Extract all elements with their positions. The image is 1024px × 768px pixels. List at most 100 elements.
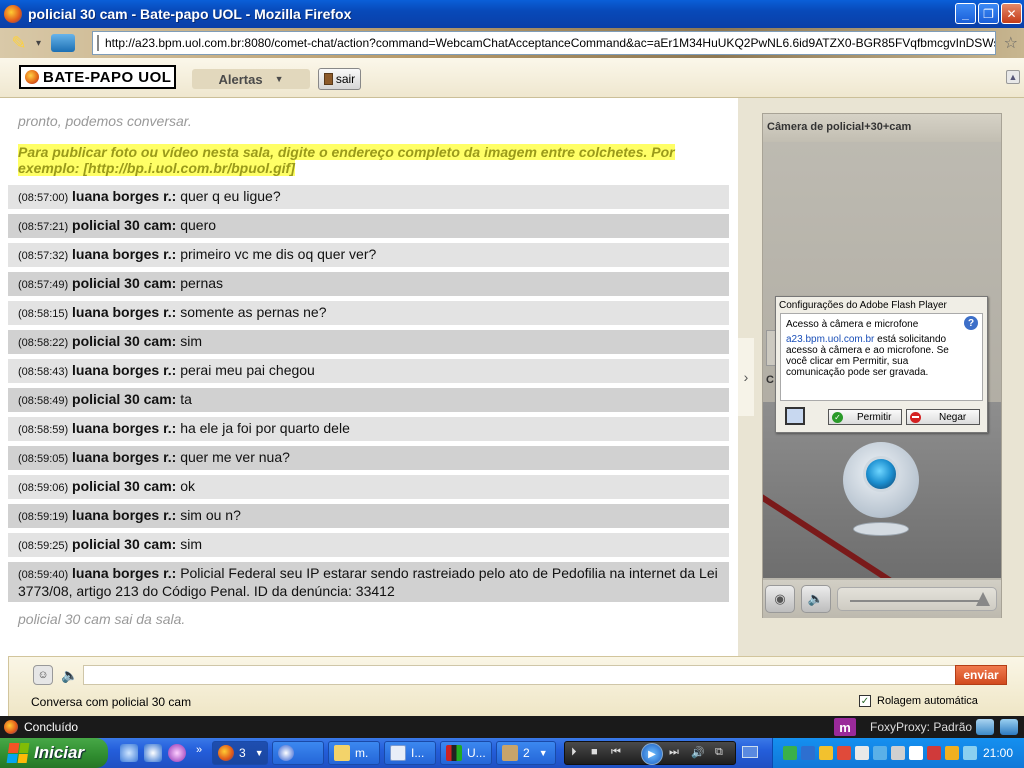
send-button[interactable]: enviar (955, 665, 1007, 685)
tray-icon-antivirus[interactable] (927, 746, 941, 760)
message-text: sim ou n? (180, 507, 241, 523)
volume-icon[interactable]: 🔈 (801, 585, 831, 613)
tray-icon-bluetooth[interactable] (801, 746, 815, 760)
media-prev-icon[interactable]: ⏮ (611, 746, 621, 759)
scroll-up-icon[interactable]: ▲ (1006, 70, 1020, 84)
message-input-area: ☺ 🔈 enviar Conversa com policial 30 cam … (8, 656, 1024, 716)
slider-thumb-icon[interactable] (976, 592, 990, 606)
message-nick[interactable]: policial 30 cam: (72, 391, 176, 407)
help-icon[interactable]: ? (964, 316, 978, 330)
emoticon-icon[interactable]: ☺ (33, 665, 53, 685)
message-nick[interactable]: luana borges r.: (72, 304, 176, 320)
message-text: ok (180, 478, 196, 494)
quicklaunch-messenger-icon[interactable] (168, 744, 186, 762)
tray-icon-shield[interactable] (819, 746, 833, 760)
message-nick[interactable]: policial 30 cam: (72, 275, 176, 291)
start-button[interactable]: Iniciar (0, 738, 108, 768)
close-button[interactable]: ✕ (1001, 3, 1022, 24)
tray-icon-speaker[interactable] (909, 746, 923, 760)
addon-icon-2[interactable] (1000, 719, 1018, 735)
message-nick[interactable]: policial 30 cam: (72, 536, 176, 552)
media-ffwd-icon[interactable]: ⏵ (571, 746, 577, 759)
tray-icon-update[interactable] (945, 746, 959, 760)
message-input[interactable] (83, 665, 957, 685)
negar-label: Negar (939, 411, 967, 423)
task-folder[interactable]: m. (328, 741, 380, 765)
monitor-icon[interactable] (785, 407, 805, 425)
tray-icon-display[interactable] (855, 746, 869, 760)
message-nick[interactable]: luana borges r.: (72, 362, 176, 378)
message-text: ha ele ja foi por quarto dele (180, 420, 350, 436)
autoscroll-toggle[interactable]: ✓ Rolagem automática (859, 695, 978, 707)
maximize-button[interactable]: ❐ (978, 3, 999, 24)
webcam-settings-icon[interactable]: ◉ (765, 585, 795, 613)
task-firefox[interactable]: 3 ▼ (212, 741, 268, 765)
foxyproxy-status[interactable]: FoxyProxy: Padrão (870, 720, 972, 734)
message-nick[interactable]: luana borges r.: (72, 246, 176, 262)
alertas-dropdown[interactable]: Alertas ▼ (192, 69, 310, 89)
message-nick[interactable]: luana borges r.: (72, 188, 176, 204)
collapse-panel-button[interactable]: › (738, 338, 754, 416)
sair-label: sair (335, 72, 356, 86)
task-msn[interactable] (272, 741, 324, 765)
url-text[interactable]: http://a23.bpm.uol.com.br:8080/comet-cha… (105, 36, 995, 50)
chat-message: (08:58:49) policial 30 cam: ta (8, 388, 729, 412)
minimize-button[interactable]: _ (955, 3, 976, 24)
deny-icon (910, 411, 921, 423)
autoscroll-checkbox[interactable]: ✓ (859, 695, 871, 707)
media-stop-icon[interactable]: ■ (591, 746, 598, 758)
media-play-icon[interactable]: ▶ (641, 743, 663, 765)
volume-slider[interactable] (837, 587, 997, 611)
folder-icon (334, 745, 350, 761)
addon-icon[interactable] (976, 719, 994, 735)
tray-icon-messenger[interactable] (963, 746, 977, 760)
message-nick[interactable]: policial 30 cam: (72, 217, 176, 233)
message-nick[interactable]: luana borges r.: (72, 420, 176, 436)
media-restore-icon[interactable]: ⧉ (715, 746, 723, 759)
permitir-label: Permitir (857, 411, 892, 423)
tray-icon-monitor[interactable] (873, 746, 887, 760)
keyboard-icon[interactable] (742, 746, 758, 758)
url-bar[interactable]: http://a23.bpm.uol.com.br:8080/comet-cha… (92, 31, 996, 55)
media-next-icon[interactable]: ⏭ (669, 746, 679, 759)
negar-button[interactable]: Negar (906, 409, 980, 425)
chat-messages-area[interactable]: pronto, podemos conversar. Para publicar… (0, 98, 738, 656)
task-label: 2 (523, 746, 530, 760)
message-time: (08:57:32) (18, 250, 69, 262)
pencil-icon[interactable]: ✎ (6, 32, 32, 54)
message-nick[interactable]: luana borges r.: (72, 565, 176, 581)
task-document[interactable]: I... (384, 741, 436, 765)
sound-icon[interactable]: 🔈 (61, 667, 78, 684)
toolbar-app-icon[interactable] (51, 34, 76, 52)
window-titlebar[interactable]: policial 30 cam - Bate-papo UOL - Mozill… (0, 0, 1024, 28)
permitir-button[interactable]: ✓ Permitir (828, 409, 902, 425)
flash-dialog-domain: a23.bpm.uol.com.br (786, 334, 875, 345)
message-nick[interactable]: luana borges r.: (72, 507, 176, 523)
message-nick[interactable]: policial 30 cam: (72, 333, 176, 349)
task-label: 3 (239, 746, 246, 760)
quicklaunch-ie-icon[interactable] (120, 744, 138, 762)
sair-button[interactable]: sair (318, 68, 361, 90)
star-icon[interactable]: ☆ (1004, 33, 1018, 53)
task-tool[interactable]: 2 ▼ (496, 741, 556, 765)
tray-icon-alert[interactable] (837, 746, 851, 760)
message-text: pernas (180, 275, 224, 291)
tool-icon (502, 745, 518, 761)
message-nick[interactable]: policial 30 cam: (72, 478, 176, 494)
media-volume-icon[interactable]: 🔊 (691, 746, 705, 759)
message-nick[interactable]: luana borges r.: (72, 449, 176, 465)
autoscroll-label: Rolagem automática (877, 695, 978, 707)
hidden-panel-label: C (766, 374, 774, 386)
quicklaunch-more-icon[interactable]: » (196, 744, 202, 756)
dropdown-arrow-icon[interactable]: ▾ (36, 38, 41, 49)
task-flag[interactable]: U... (440, 741, 492, 765)
m-addon-icon[interactable]: m (834, 718, 856, 736)
quicklaunch-media-icon[interactable] (144, 744, 162, 762)
system-message-bottom: policial 30 cam sai da sala. (18, 611, 186, 627)
bate-papo-logo[interactable]: BATE-PAPO UOL (19, 65, 176, 89)
chat-message: (08:59:06) policial 30 cam: ok (8, 475, 729, 499)
taskbar-clock[interactable]: 21:00 (983, 746, 1013, 760)
tray-icon-drive[interactable] (891, 746, 905, 760)
message-text: quer q eu ligue? (180, 188, 281, 204)
tray-icon-network[interactable] (783, 746, 797, 760)
